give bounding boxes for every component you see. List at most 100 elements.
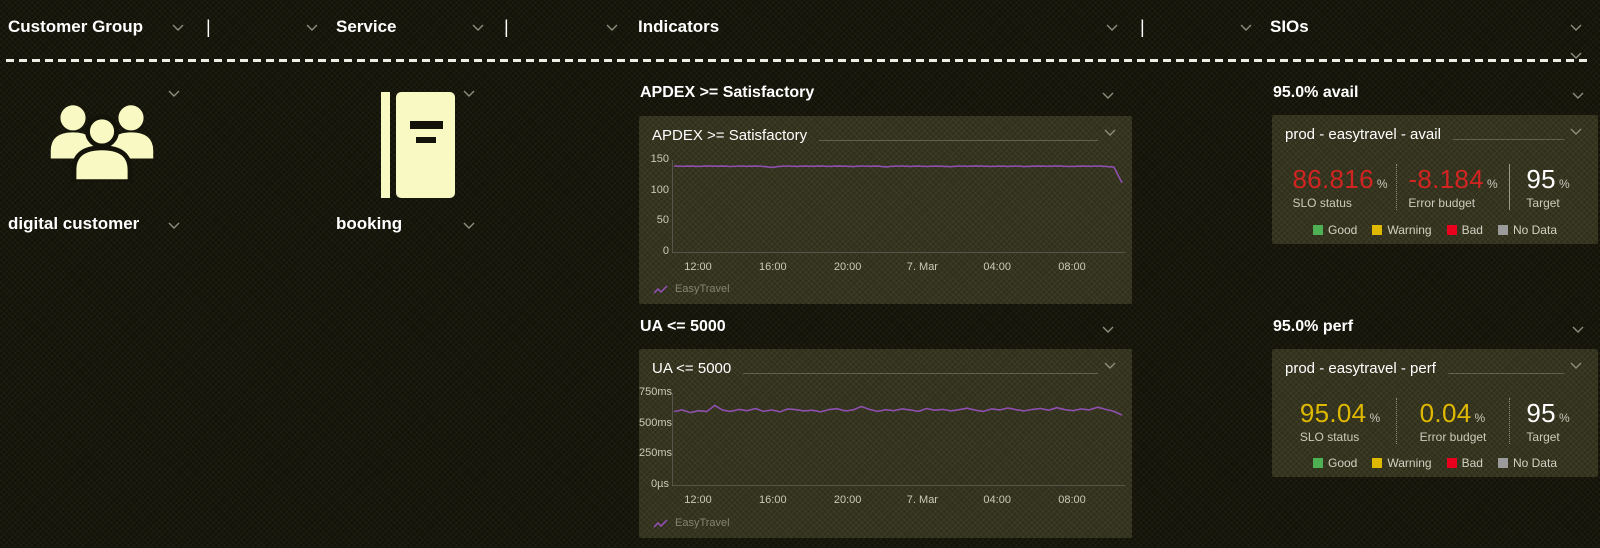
header-separator: | (504, 17, 509, 37)
chevron-down-icon[interactable] (1104, 362, 1116, 369)
y-axis-tick: 0 (662, 245, 669, 257)
line-series (673, 165, 1123, 184)
legend-color-swatch (1446, 458, 1457, 468)
x-axis-tick: 7. Mar (906, 494, 938, 506)
chevron-down-icon[interactable] (1570, 362, 1582, 369)
metric-label: SLO status (1299, 430, 1360, 444)
header-indicators: Indicators (638, 17, 720, 36)
legend-good: Good (1313, 456, 1357, 470)
legend-label: No Data (1512, 223, 1557, 237)
chevron-down-icon[interactable] (472, 24, 484, 31)
metric-label: SLO status (1292, 196, 1352, 210)
customer-group-label: digital customer (8, 214, 140, 233)
legend-nodata: No Data (1497, 223, 1557, 237)
legend-nodata: No Data (1497, 456, 1557, 470)
chart-tile-apdex: APDEX >= Satisfactory EasyTravel 0 50 100 1… (639, 116, 1132, 304)
separator-dashed-line (6, 59, 1588, 62)
metric-error-budget: 0.04% Error budget (1397, 398, 1509, 444)
chevron-down-icon[interactable] (172, 24, 184, 31)
chevron-down-icon[interactable] (463, 222, 475, 229)
title-underline (1447, 373, 1564, 374)
y-axis-tick: 750ms (639, 386, 673, 398)
chart-legend: EasyTravel (653, 517, 730, 529)
legend-label: No Data (1512, 456, 1557, 470)
x-axis-tick: 20:00 (833, 494, 862, 506)
metric-value: 0.04 (1419, 398, 1472, 428)
y-axis-tick: 250ms (639, 447, 673, 460)
chevron-down-icon[interactable] (1106, 24, 1118, 31)
chart-tile-ua: UA <= 5000 EasyTravel 0µs 250ms 500ms 750ms… (639, 349, 1132, 538)
legend-warning: Warning (1372, 223, 1432, 237)
legend-color-swatch (1313, 225, 1323, 235)
chevron-down-icon[interactable] (606, 24, 618, 31)
metric-value: 95 (1526, 398, 1556, 428)
metric-label: Error budget (1419, 430, 1487, 444)
legend-bad: Bad (1446, 223, 1483, 237)
metric-error-budget: -8.184% Error budget (1397, 164, 1509, 210)
x-axis-tick: 16:00 (759, 494, 787, 506)
chevron-down-icon[interactable] (1102, 92, 1114, 99)
sio-header-perf: 95.0% perf (1273, 318, 1354, 335)
chevron-down-icon[interactable] (1570, 24, 1582, 31)
legend-bad: Bad (1446, 456, 1483, 470)
metric-label: Error budget (1408, 196, 1476, 210)
chart-title: UA <= 5000 (652, 360, 732, 377)
y-axis-tick: 150 (650, 153, 669, 165)
metric-value: -8.184 (1408, 164, 1484, 194)
legend-color-swatch (1497, 225, 1508, 235)
chevron-down-icon[interactable] (1102, 326, 1114, 333)
header-separator: | (1140, 17, 1145, 37)
chevron-down-icon[interactable] (306, 24, 318, 31)
line-series (673, 404, 1123, 416)
metric-label: Target (1526, 196, 1560, 210)
metric-target: 95% Target (1510, 398, 1586, 444)
legend-good: Good (1313, 223, 1357, 237)
header-sios: SIOs (1270, 17, 1309, 36)
people-group-icon (44, 104, 160, 185)
metric-unit: % (1369, 411, 1381, 425)
chevron-down-icon[interactable] (1572, 326, 1584, 333)
x-axis-tick: 12:00 (684, 261, 712, 273)
metric-value: 86.816 (1292, 164, 1374, 194)
metric-unit: % (1486, 177, 1498, 191)
legend-label: Bad (1461, 456, 1483, 470)
chevron-down-icon[interactable] (168, 222, 180, 229)
legend-label: Bad (1461, 223, 1483, 237)
dashboard: Customer Group | Service | Indicators | … (0, 0, 1600, 548)
metric-unit: % (1474, 411, 1486, 425)
service-label: booking (336, 214, 403, 233)
chevron-down-icon[interactable] (1104, 129, 1116, 136)
y-axis-tick: 0µs (651, 478, 669, 490)
chevron-down-icon[interactable] (1570, 128, 1582, 135)
chevron-down-icon[interactable] (1240, 24, 1252, 31)
indicator-header-ua: UA <= 5000 (640, 318, 726, 335)
slo-title: prod - easytravel - avail (1285, 126, 1441, 143)
legend-color-swatch (1372, 458, 1383, 468)
header-separator: | (206, 17, 211, 37)
x-axis-tick: 12:00 (684, 494, 712, 506)
header-service: Service (336, 17, 397, 36)
chevron-down-icon[interactable] (1570, 52, 1582, 59)
slo-tile-avail: prod - easytravel - avail 86.816% SLO st… (1272, 115, 1598, 244)
sio-header-avail: 95.0% avail (1273, 84, 1359, 101)
chevron-down-icon[interactable] (463, 90, 475, 97)
y-axis-tick: 50 (656, 214, 669, 227)
metric-unit: % (1558, 411, 1570, 425)
legend-warning: Warning (1372, 456, 1432, 470)
title-underline (1452, 139, 1564, 140)
metric-label: Target (1526, 430, 1560, 444)
chevron-down-icon[interactable] (1572, 92, 1584, 99)
legend-label: Good (1328, 456, 1358, 470)
chevron-down-icon[interactable] (168, 90, 180, 97)
x-axis-tick: 7. Mar (906, 261, 938, 273)
legend-label: Warning (1387, 456, 1432, 470)
title-underline (743, 373, 1098, 374)
legend-color-swatch (1497, 458, 1508, 468)
slo-title: prod - easytravel - perf (1285, 360, 1436, 377)
slo-metrics: 86.816% SLO status -8.184% Error budget … (1284, 161, 1586, 213)
indicator-header-apdex: APDEX >= Satisfactory (640, 84, 815, 101)
metric-unit: % (1376, 177, 1388, 191)
metric-slo-status: 95.04% SLO status (1284, 398, 1396, 444)
legend-label: Warning (1387, 223, 1432, 237)
x-axis-tick: 04:00 (983, 261, 1011, 273)
